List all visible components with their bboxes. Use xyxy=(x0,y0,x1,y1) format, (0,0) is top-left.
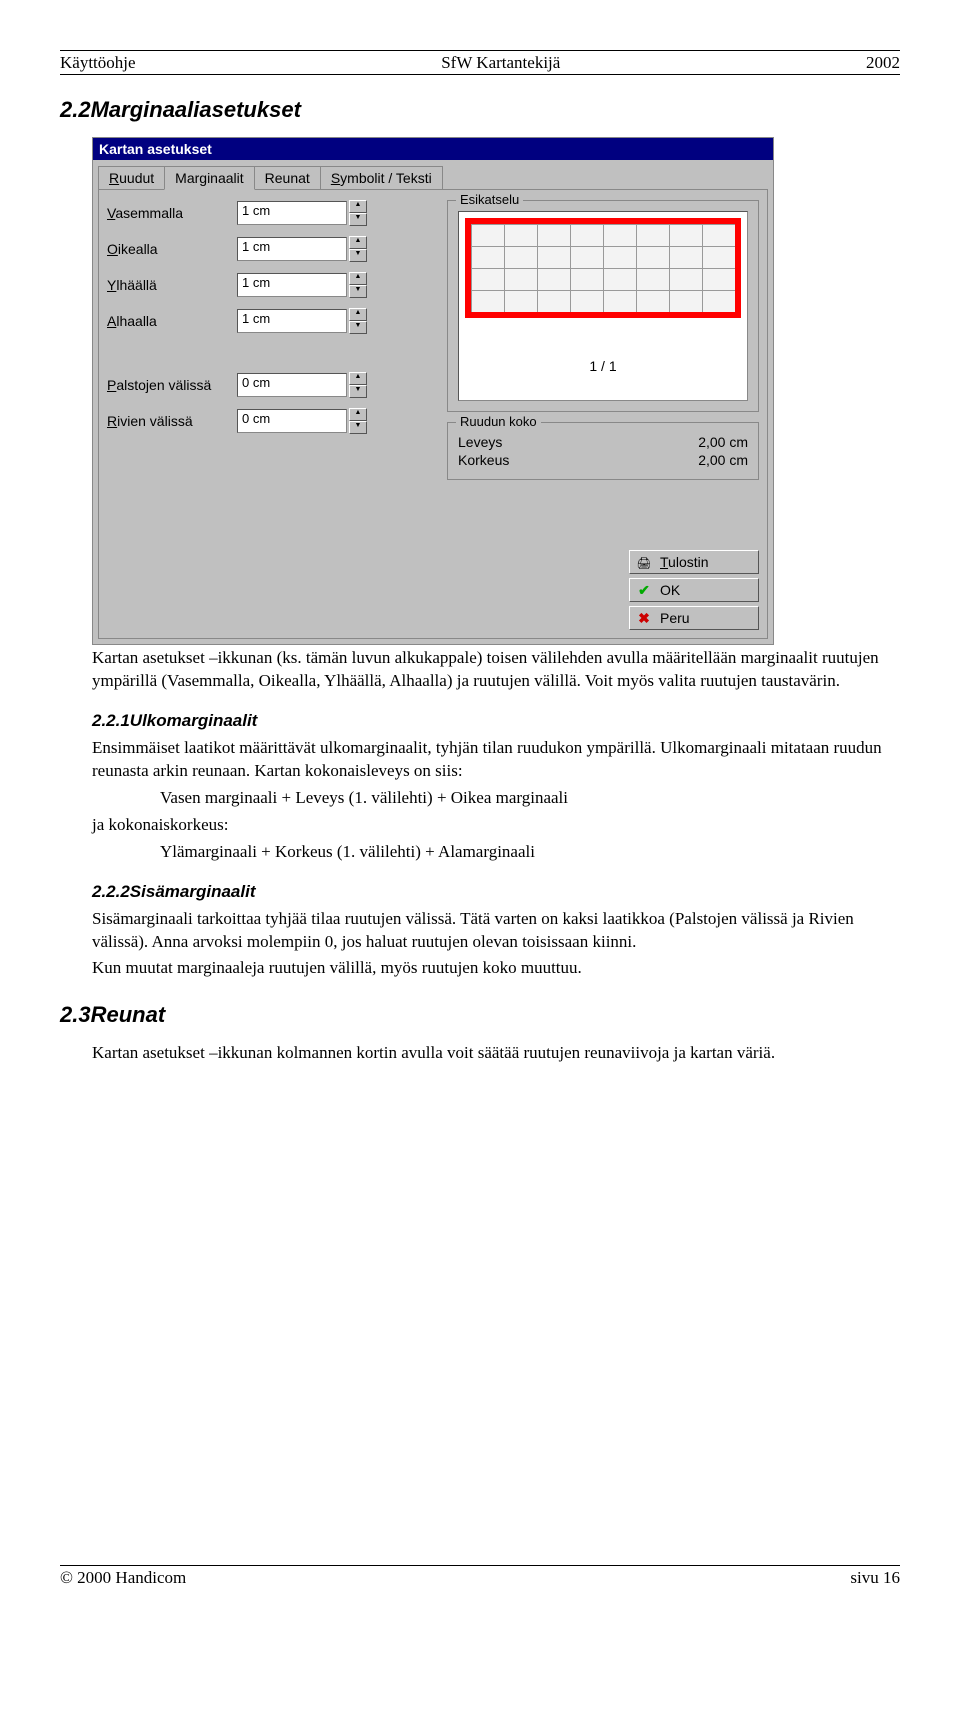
header-right: 2002 xyxy=(866,53,900,73)
section-2-2-2-title: 2.2.2Sisämarginaalit xyxy=(60,882,900,902)
tab-symbolit-teksti[interactable]: Symbolit / Teksti xyxy=(320,166,443,189)
tab-ruudut[interactable]: Ruudut xyxy=(98,166,165,189)
kartan-asetukset-dialog: Kartan asetukset Ruudut Marginaalit Reun… xyxy=(92,137,774,645)
input-palstojen[interactable]: 0 cm xyxy=(237,373,347,397)
label-korkeus: Korkeus xyxy=(458,452,509,468)
para-intro: Kartan asetukset –ikkunan (ks. tämän luv… xyxy=(60,647,900,693)
value-leveys: 2,00 cm xyxy=(698,434,748,450)
input-vasemmalla[interactable]: 1 cm xyxy=(237,201,347,225)
section-2-2-title: 2.2Marginaaliasetukset xyxy=(60,97,900,123)
label-oikealla: Oikealla xyxy=(107,241,237,257)
section-2-2-1-title: 2.2.1Ulkomarginaalit xyxy=(60,711,900,731)
para-221b: Vasen marginaali + Leveys (1. välilehti)… xyxy=(60,787,900,810)
header-center: SfW Kartantekijä xyxy=(441,53,560,73)
ok-button[interactable]: ✔ OK xyxy=(629,578,759,602)
para-221c: ja kokonaiskorkeus: xyxy=(60,814,900,837)
label-ylhaalla: Ylhäällä xyxy=(107,277,237,293)
legend-ruudun-koko: Ruudun koko xyxy=(456,414,541,429)
groupbox-esikatselu: Esikatselu 1 / 1 xyxy=(447,200,759,412)
dialog-tabs: Ruudut Marginaalit Reunat Symbolit / Tek… xyxy=(93,160,773,189)
input-ylhaalla[interactable]: 1 cm xyxy=(237,273,347,297)
spinner-alhaalla[interactable]: ▲▼ xyxy=(349,308,367,334)
header-left: Käyttöohje xyxy=(60,53,136,73)
page-header: Käyttöohje SfW Kartantekijä 2002 xyxy=(60,53,900,75)
page-footer: © 2000 Handicom sivu 16 xyxy=(60,1565,900,1588)
footer-right: sivu 16 xyxy=(850,1568,900,1588)
spinner-vasemmalla[interactable]: ▲▼ xyxy=(349,200,367,226)
printer-icon xyxy=(636,554,652,570)
groupbox-ruudun-koko: Ruudun koko Leveys2,00 cm Korkeus2,00 cm xyxy=(447,422,759,480)
spinner-oikealla[interactable]: ▲▼ xyxy=(349,236,367,262)
para-221d: Ylämarginaali + Korkeus (1. välilehti) +… xyxy=(60,841,900,864)
section-2-3-title: 2.3Reunat xyxy=(60,1002,900,1028)
close-icon: ✖ xyxy=(636,610,652,627)
tab-reunat[interactable]: Reunat xyxy=(254,166,321,189)
preview-grid xyxy=(465,218,741,318)
preview-page-indicator: 1 / 1 xyxy=(465,358,741,374)
check-icon: ✔ xyxy=(636,582,652,599)
value-korkeus: 2,00 cm xyxy=(698,452,748,468)
label-alhaalla: Alhaalla xyxy=(107,313,237,329)
spinner-rivien[interactable]: ▲▼ xyxy=(349,408,367,434)
para-221a: Ensimmäiset laatikot määrittävät ulkomar… xyxy=(60,737,900,783)
preview-area: 1 / 1 xyxy=(458,211,748,401)
label-leveys: Leveys xyxy=(458,434,502,450)
spinner-ylhaalla[interactable]: ▲▼ xyxy=(349,272,367,298)
label-palstojen: Palstojen välissä xyxy=(107,377,237,393)
label-vasemmalla: Vasemmalla xyxy=(107,205,237,221)
para-23: Kartan asetukset –ikkunan kolmannen kort… xyxy=(60,1042,900,1065)
para-222b: Kun muutat marginaaleja ruutujen välillä… xyxy=(60,957,900,980)
input-oikealla[interactable]: 1 cm xyxy=(237,237,347,261)
tulostin-button[interactable]: Tulostin xyxy=(629,550,759,574)
legend-esikatselu: Esikatselu xyxy=(456,192,523,207)
label-rivien: Rivien välissä xyxy=(107,413,237,429)
footer-left: © 2000 Handicom xyxy=(60,1568,186,1588)
spinner-palstojen[interactable]: ▲▼ xyxy=(349,372,367,398)
input-rivien[interactable]: 0 cm xyxy=(237,409,347,433)
dialog-titlebar: Kartan asetukset xyxy=(93,138,773,160)
input-alhaalla[interactable]: 1 cm xyxy=(237,309,347,333)
para-222a: Sisämarginaali tarkoittaa tyhjää tilaa r… xyxy=(60,908,900,954)
peru-button[interactable]: ✖ Peru xyxy=(629,606,759,630)
tab-marginaalit[interactable]: Marginaalit xyxy=(164,166,254,190)
